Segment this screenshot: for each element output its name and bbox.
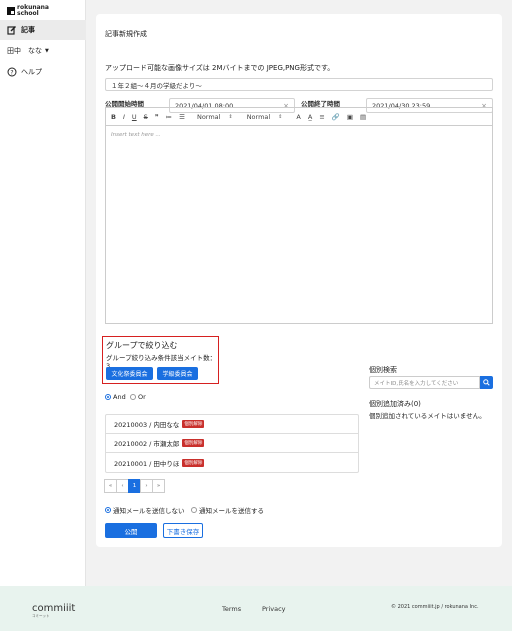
- article-form-card: 記事新規作成 アップロード可能な画像サイズは 2Mバイトまでの JPEG,PNG…: [96, 14, 502, 547]
- remove-member-button[interactable]: 個別解除: [182, 439, 205, 447]
- sidebar-item-help[interactable]: ? ヘルプ: [0, 62, 86, 82]
- member-search-input[interactable]: メイトID,氏名を入力してください: [369, 376, 480, 389]
- pagination: « ‹ 1 › »: [104, 479, 165, 493]
- caret-down-icon: ▼: [45, 48, 49, 54]
- sidebar-item-articles[interactable]: 記事: [0, 20, 86, 40]
- rich-text-editor: B I U S ❞ ≔ ☰ Normal ⇕ Normal ⇕ A A̲ ≡ 🔗 ▣…: [105, 107, 493, 324]
- updown-icon: ⇕: [228, 113, 233, 120]
- remove-member-button[interactable]: 個別解除: [182, 458, 205, 467]
- align-button[interactable]: ≡: [319, 113, 324, 121]
- radio-checked-icon: [105, 394, 111, 400]
- heading-select[interactable]: Normal ⇕: [197, 113, 233, 121]
- link-icon[interactable]: 🔗: [332, 113, 340, 121]
- editor-placeholder[interactable]: Insert text here ...: [111, 132, 161, 138]
- video-icon[interactable]: ▤: [360, 113, 366, 121]
- bold-button[interactable]: B: [111, 113, 116, 121]
- logo-mark-icon: [7, 7, 15, 15]
- publish-button[interactable]: 公開: [105, 523, 157, 538]
- notify-no-send-radio[interactable]: 通知メールを送信しない: [105, 505, 185, 515]
- individual-search-title: 個別検索: [369, 366, 397, 374]
- font-color-button[interactable]: A: [296, 113, 300, 121]
- copyright: © 2021 commiiit.jp / rokunana Inc.: [391, 604, 479, 610]
- individual-search: メイトID,氏名を入力してください: [369, 376, 493, 389]
- terms-link[interactable]: Terms: [222, 605, 241, 613]
- logic-and-radio[interactable]: And: [105, 393, 126, 401]
- group-filter-box: グループで絞り込む グループ絞り込み条件該当メイト数：3 文化祭委員会 学級委員…: [102, 336, 219, 384]
- member-name: 20210002 / 市瀬太郎: [114, 440, 180, 448]
- notify-send-radio[interactable]: 通知メールを送信する: [191, 505, 264, 515]
- background-color-button[interactable]: A̲: [308, 113, 312, 121]
- member-name: 20210001 / 田中りほ: [114, 459, 180, 468]
- list-item: 20210001 / 田中りほ 個別解除: [106, 453, 358, 472]
- search-icon: [483, 379, 490, 386]
- underline-button[interactable]: U: [132, 113, 137, 121]
- strike-button[interactable]: S: [144, 113, 148, 121]
- upload-note: アップロード可能な画像サイズは 2Mバイトまでの JPEG,PNG形式です。: [105, 64, 335, 72]
- ordered-list-button[interactable]: ≔: [166, 113, 173, 121]
- updown-icon: ⇕: [278, 113, 283, 120]
- individual-added-title: 個別追加済み(0): [369, 400, 421, 408]
- radio-unchecked-icon: [130, 394, 136, 400]
- image-icon[interactable]: ▣: [347, 113, 353, 121]
- sidebar-item-label: 記事: [21, 26, 35, 34]
- save-draft-button[interactable]: 下書き保存: [163, 523, 203, 538]
- brand-logo[interactable]: rokunana school: [7, 5, 49, 17]
- subject-input[interactable]: １年２組〜４月の学級だより〜: [105, 78, 493, 91]
- sidebar: rokunana school 記事 田中 なな ▼ ? ヘルプ: [0, 0, 86, 586]
- radio-unchecked-icon: [191, 507, 197, 513]
- list-item: 20210002 / 市瀬太郎 個別解除: [106, 434, 358, 453]
- edit-icon: [7, 25, 17, 35]
- group-chip-culture-festival[interactable]: 文化祭委員会: [106, 367, 153, 380]
- sidebar-item-label: ヘルプ: [21, 68, 42, 76]
- sidebar-item-label: 田中 なな: [7, 47, 42, 55]
- privacy-link[interactable]: Privacy: [262, 605, 286, 613]
- help-circle-icon: ?: [7, 67, 17, 77]
- bullet-list-button[interactable]: ☰: [179, 113, 185, 121]
- footer-logo-sub: コミーット: [32, 614, 50, 618]
- logic-or-radio[interactable]: Or: [130, 393, 146, 401]
- sidebar-item-user-menu[interactable]: 田中 なな ▼: [0, 41, 86, 61]
- page-title: 記事新規作成: [105, 30, 147, 38]
- search-button[interactable]: [480, 376, 493, 389]
- individual-added-empty: 個別追加されているメイトはいません。: [369, 412, 486, 420]
- footer-logo[interactable]: commiiit: [32, 603, 75, 614]
- brand-line2: school: [17, 10, 39, 17]
- group-filter-title: グループで絞り込む: [106, 341, 178, 350]
- list-item: 20210003 / 内田なな 個別解除: [106, 415, 358, 434]
- member-name: 20210003 / 内田なな: [114, 421, 180, 429]
- footer: commiiit コミーット Terms Privacy © 2021 comm…: [0, 586, 512, 631]
- editor-toolbar: B I U S ❞ ≔ ☰ Normal ⇕ Normal ⇕ A A̲ ≡ 🔗 ▣…: [106, 108, 492, 126]
- svg-text:?: ?: [10, 69, 13, 76]
- radio-checked-icon: [105, 507, 111, 513]
- size-select[interactable]: Normal ⇕: [247, 113, 283, 121]
- remove-member-button[interactable]: 個別解除: [182, 420, 205, 428]
- member-list: 20210003 / 内田なな 個別解除 20210002 / 市瀬太郎 個別解…: [105, 414, 359, 473]
- group-chip-class-committee[interactable]: 学級委員会: [157, 367, 198, 380]
- page-last-button[interactable]: »: [152, 479, 165, 493]
- blockquote-button[interactable]: ❞: [155, 113, 159, 121]
- italic-button[interactable]: I: [123, 113, 125, 121]
